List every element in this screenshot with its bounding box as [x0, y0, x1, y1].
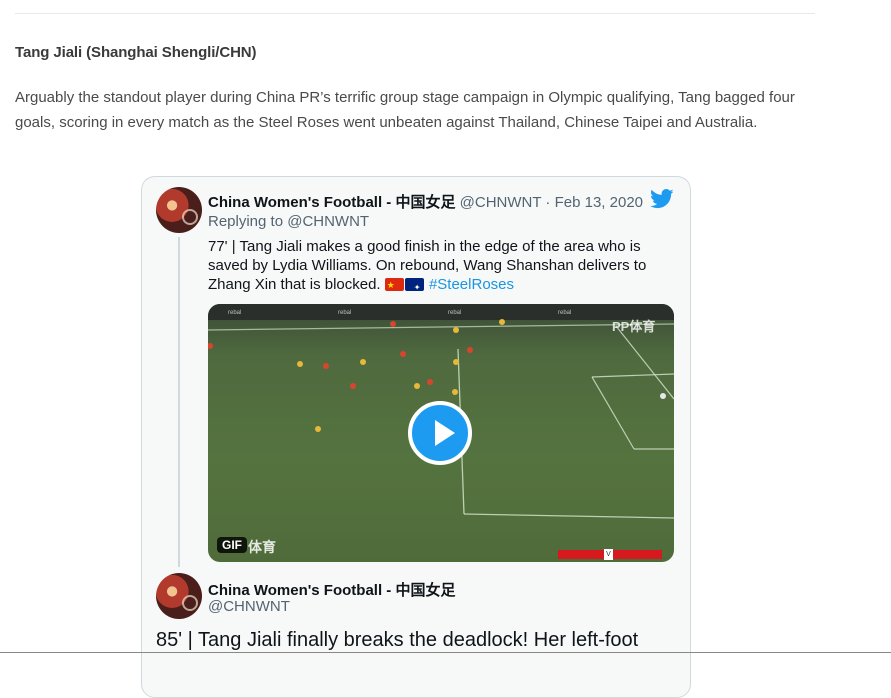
- svg-text:rebal: rebal: [448, 310, 461, 316]
- gif-badge: GIF: [217, 537, 247, 553]
- replying-to[interactable]: Replying to @CHNWNT: [208, 213, 369, 230]
- china-flag-icon: [384, 276, 404, 295]
- tweet-body: 77' | Tang Jiali makes a good finish in …: [208, 238, 647, 293]
- svg-text:rebal: rebal: [338, 310, 351, 316]
- play-icon[interactable]: [408, 401, 472, 465]
- thread-connector: [178, 237, 180, 567]
- author-name[interactable]: China Women's Football - 中国女足: [208, 194, 455, 211]
- quoted-author-name[interactable]: China Women's Football - 中国女足: [208, 579, 455, 600]
- watermark-top: PP体育: [612, 319, 656, 334]
- quoted-tweet-text: 85' | Tang Jiali finally breaks the dead…: [156, 629, 639, 651]
- tweet-text: 77' | Tang Jiali makes a good finish in …: [208, 237, 678, 297]
- twitter-bird-icon[interactable]: [650, 189, 674, 209]
- svg-text:rebal: rebal: [228, 310, 241, 316]
- article-paragraph: Arguably the standout player during Chin…: [15, 89, 795, 131]
- tweet-date[interactable]: Feb 13, 2020: [555, 194, 643, 211]
- svg-text:rebal: rebal: [558, 310, 571, 316]
- meta-separator: ·: [545, 194, 551, 211]
- tweet-header: China Women's Football - 中国女足 @CHNWNT · …: [208, 191, 643, 212]
- avatar-quoted[interactable]: [156, 573, 202, 619]
- author-handle[interactable]: @CHNWNT: [460, 194, 542, 211]
- gif-media[interactable]: rebal rebal rebal rebal PP体育 GIF 体育 V: [208, 304, 674, 562]
- bottom-divider: [0, 652, 891, 653]
- section-heading: Tang Jiali (Shanghai Shengli/CHN): [15, 44, 257, 61]
- watermark-bottom: 体育: [248, 539, 276, 555]
- quoted-author-handle[interactable]: @CHNWNT: [208, 598, 290, 615]
- top-divider: [15, 13, 815, 14]
- score-bar: [558, 549, 662, 560]
- tweet-embed[interactable]: China Women's Football - 中国女足 @CHNWNT · …: [141, 176, 691, 698]
- australia-flag-icon: [404, 278, 424, 297]
- avatar[interactable]: [156, 187, 202, 233]
- hashtag-link[interactable]: #SteelRoses: [429, 276, 514, 293]
